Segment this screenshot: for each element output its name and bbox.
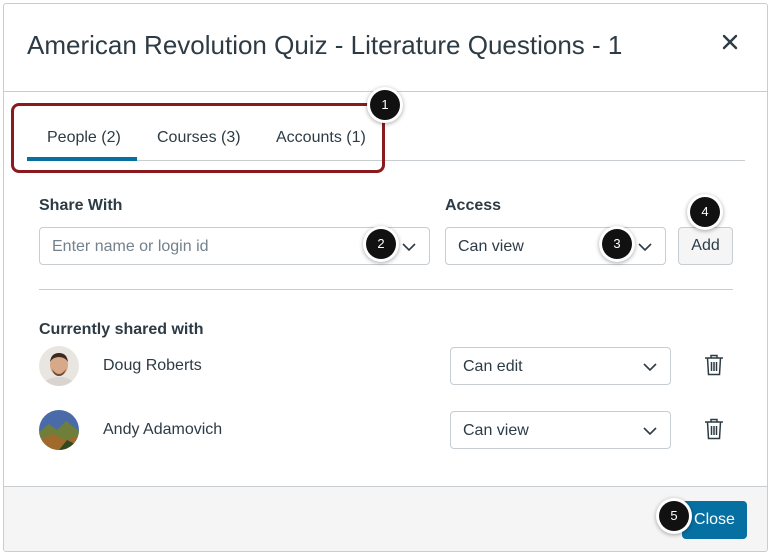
- access-label: Access: [445, 197, 502, 214]
- dialog-title: American Revolution Quiz - Literature Qu…: [27, 30, 623, 60]
- active-tab-indicator: [27, 157, 137, 161]
- access-select-value: Can view: [458, 238, 524, 255]
- add-button[interactable]: Add: [678, 227, 733, 265]
- callout-marker: 1: [370, 90, 400, 120]
- divider: [39, 289, 733, 290]
- trash-icon[interactable]: [704, 418, 724, 440]
- chevron-down-icon[interactable]: [642, 423, 658, 439]
- chevron-down-icon[interactable]: [401, 239, 417, 255]
- share-tabs: People (2) Courses (3) Accounts (1): [27, 113, 745, 161]
- name-input-placeholder: Enter name or login id: [52, 238, 209, 255]
- trash-icon[interactable]: [704, 354, 724, 376]
- currently-shared-heading: Currently shared with: [39, 321, 204, 338]
- tab-people[interactable]: People (2): [47, 129, 121, 147]
- callout-marker: 3: [602, 229, 632, 259]
- close-icon[interactable]: [721, 33, 739, 51]
- person-access-select[interactable]: Can edit: [450, 347, 671, 385]
- close-button[interactable]: Close: [682, 501, 747, 539]
- chevron-down-icon[interactable]: [642, 359, 658, 375]
- avatar: [39, 346, 79, 386]
- chevron-down-icon[interactable]: [637, 239, 653, 255]
- tab-courses[interactable]: Courses (3): [157, 129, 241, 147]
- tab-accounts[interactable]: Accounts (1): [276, 129, 366, 147]
- avatar: [39, 410, 79, 450]
- share-with-label: Share With: [39, 197, 123, 214]
- person-name: Doug Roberts: [103, 357, 202, 374]
- dialog-footer: [4, 486, 767, 551]
- callout-marker: 4: [690, 197, 720, 227]
- person-access-select[interactable]: Can view: [450, 411, 671, 449]
- dialog-header: American Revolution Quiz - Literature Qu…: [4, 4, 767, 92]
- person-access-value: Can view: [463, 422, 529, 439]
- person-name: Andy Adamovich: [103, 421, 223, 438]
- callout-marker: 5: [659, 501, 689, 531]
- access-select[interactable]: Can view: [445, 227, 666, 265]
- person-access-value: Can edit: [463, 358, 523, 375]
- share-dialog: American Revolution Quiz - Literature Qu…: [3, 3, 768, 552]
- callout-marker: 2: [366, 229, 396, 259]
